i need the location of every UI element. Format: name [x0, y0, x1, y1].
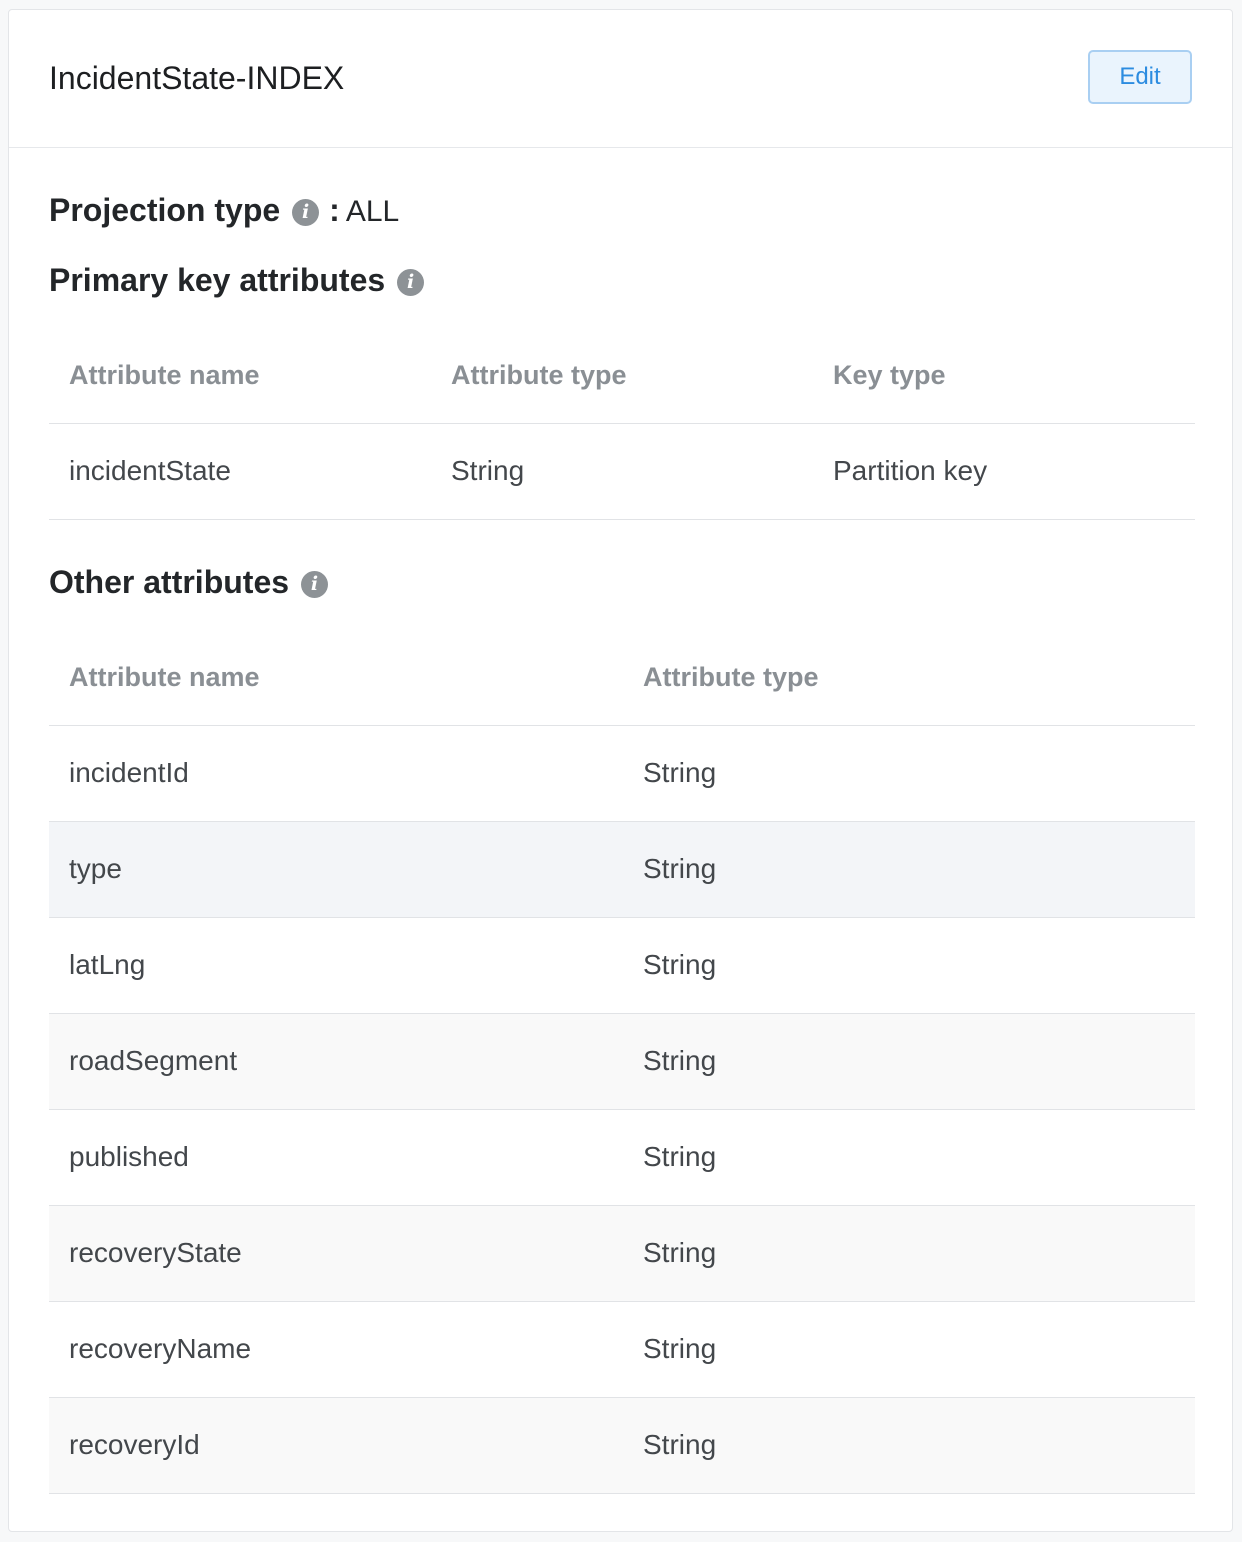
column-header[interactable]: Key type: [813, 328, 1195, 424]
table-row: roadSegment String: [49, 1013, 1195, 1110]
attribute-type-cell: String: [623, 1013, 1195, 1110]
column-header[interactable]: Attribute type: [623, 630, 1195, 726]
attribute-type-cell: String: [623, 1397, 1195, 1494]
table-row: recoveryName String: [49, 1301, 1195, 1398]
attribute-name-cell: type: [49, 821, 623, 918]
edit-button[interactable]: Edit: [1088, 50, 1192, 104]
table-row: incidentId String: [49, 725, 1195, 822]
info-icon[interactable]: i: [292, 199, 320, 226]
projection-type-value: ALL: [345, 195, 400, 228]
info-icon[interactable]: i: [397, 269, 425, 296]
primary-key-heading: Primary key attributes i: [49, 260, 425, 300]
attribute-name-cell: roadSegment: [49, 1013, 623, 1110]
projection-type-colon: :: [329, 192, 340, 228]
attribute-type-cell: String: [623, 1205, 1195, 1302]
attribute-name-cell: incidentId: [49, 725, 623, 822]
attribute-type-cell: String: [623, 917, 1195, 1014]
attribute-type-cell: String: [623, 821, 1195, 918]
attribute-type-cell: String: [431, 423, 813, 520]
column-header[interactable]: Attribute name: [49, 630, 623, 726]
other-attributes-table: Attribute name Attribute type incidentId…: [49, 630, 1195, 1494]
table-row: published String: [49, 1109, 1195, 1206]
column-header[interactable]: Attribute type: [431, 328, 813, 424]
attribute-type-cell: String: [623, 1109, 1195, 1206]
projection-type-line: Projection type i: ALL: [49, 190, 399, 232]
other-attributes-heading: Other attributes i: [49, 562, 329, 602]
table-header-row: Attribute name Attribute type Key type: [49, 328, 1195, 424]
table-row: incidentState String Partition key: [49, 423, 1195, 520]
attribute-name-cell: incidentState: [49, 423, 431, 520]
attribute-type-cell: String: [623, 725, 1195, 822]
primary-key-table: Attribute name Attribute type Key type i…: [49, 328, 1195, 520]
projection-type-label: Projection type: [49, 192, 281, 228]
table-row: latLng String: [49, 917, 1195, 1014]
table-row: recoveryId String: [49, 1397, 1195, 1494]
other-attributes-title: Other attributes: [49, 564, 290, 600]
attribute-name-cell: recoveryState: [49, 1205, 623, 1302]
attribute-name-cell: latLng: [49, 917, 623, 1014]
info-icon[interactable]: i: [301, 571, 329, 598]
attribute-name-cell: recoveryName: [49, 1301, 623, 1398]
key-type-cell: Partition key: [813, 423, 1195, 520]
table-header-row: Attribute name Attribute type: [49, 630, 1195, 726]
index-details-card: IncidentState-INDEX Edit Projection type…: [8, 9, 1233, 1532]
primary-key-title: Primary key attributes: [49, 262, 386, 298]
table-row: type String: [49, 821, 1195, 918]
index-title: IncidentState-INDEX: [49, 60, 345, 96]
card-header: IncidentState-INDEX Edit: [9, 10, 1232, 148]
attribute-type-cell: String: [623, 1301, 1195, 1398]
attribute-name-cell: recoveryId: [49, 1397, 623, 1494]
attribute-name-cell: published: [49, 1109, 623, 1206]
table-row: recoveryState String: [49, 1205, 1195, 1302]
column-header[interactable]: Attribute name: [49, 328, 431, 424]
